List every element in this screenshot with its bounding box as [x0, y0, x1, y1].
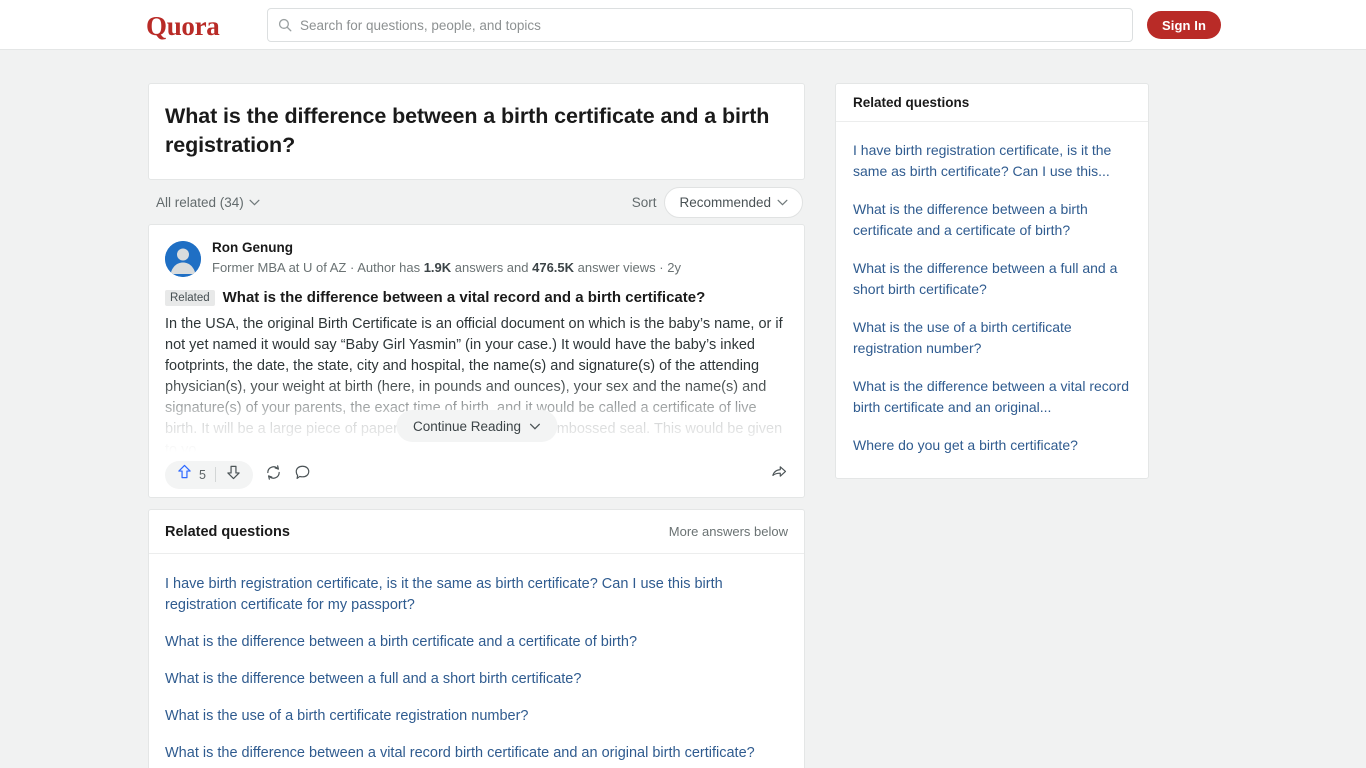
- page-body: What is the difference between a birth c…: [0, 50, 1366, 768]
- upvote-button[interactable]: 5: [167, 461, 215, 489]
- answers-count: 1.9K: [423, 260, 452, 275]
- continue-reading-label: Continue Reading: [412, 418, 522, 434]
- author-row: Ron Genung Former MBA at U of AZ · Autho…: [165, 239, 788, 277]
- answer-action-bar: 5: [149, 452, 804, 497]
- upvote-arrow-icon: [177, 464, 192, 485]
- repost-button[interactable]: [265, 464, 282, 486]
- author-name[interactable]: Ron Genung: [212, 239, 681, 256]
- all-related-dropdown[interactable]: All related (34): [156, 195, 260, 210]
- list-item[interactable]: What is the use of a birth certificate r…: [165, 698, 788, 735]
- author-meta: Ron Genung Former MBA at U of AZ · Autho…: [212, 239, 681, 277]
- credential-mid: answers and: [451, 260, 533, 275]
- credential-suffix: answer views · 2y: [574, 260, 681, 275]
- page-title: What is the difference between a birth c…: [165, 104, 770, 157]
- more-answers-below-link[interactable]: More answers below: [669, 524, 788, 539]
- list-item[interactable]: I have birth registration certificate, i…: [165, 566, 788, 624]
- sort-group: Sort Recommended: [631, 186, 803, 218]
- search-bar[interactable]: [267, 8, 1133, 42]
- answer-card: Ron Genung Former MBA at U of AZ · Autho…: [148, 224, 805, 498]
- related-questions-card: Related questions More answers below I h…: [148, 509, 805, 768]
- answer-content: Ron Genung Former MBA at U of AZ · Autho…: [149, 225, 804, 452]
- related-questions-header: Related questions More answers below: [149, 510, 804, 554]
- related-questions-list: I have birth registration certificate, i…: [149, 554, 804, 768]
- list-item[interactable]: What is the difference between a full an…: [165, 661, 788, 698]
- search-input[interactable]: [300, 17, 1122, 33]
- credential-prefix: Former MBA at U of AZ · Author has: [212, 260, 424, 275]
- downvote-arrow-icon: [226, 464, 241, 485]
- main-column: What is the difference between a birth c…: [148, 83, 805, 768]
- continue-reading-button[interactable]: Continue Reading: [395, 410, 558, 442]
- list-item[interactable]: What is the difference between a vital r…: [165, 735, 788, 768]
- share-button[interactable]: [770, 463, 788, 486]
- avatar[interactable]: [165, 241, 201, 277]
- chevron-down-icon: [777, 199, 788, 206]
- sign-in-button[interactable]: Sign In: [1147, 11, 1222, 39]
- vote-pill: 5: [165, 460, 253, 489]
- all-related-label: All related (34): [156, 194, 244, 210]
- answer-body: In the USA, the original Birth Certifica…: [165, 314, 788, 452]
- sidebar-item-3[interactable]: What is the use of a birth certificate r…: [853, 308, 1131, 367]
- share-arrow-icon: [770, 463, 788, 486]
- sidebar-related-questions-card: Related questions I have birth registrat…: [835, 83, 1149, 479]
- sidebar-item-4[interactable]: What is the difference between a vital r…: [853, 367, 1131, 426]
- sidebar-item-2[interactable]: What is the difference between a full an…: [853, 249, 1131, 308]
- downvote-button[interactable]: [216, 461, 251, 489]
- sort-label: Sort: [631, 194, 657, 210]
- repost-icon: [265, 464, 282, 486]
- chevron-down-icon: [529, 423, 540, 430]
- upvote-count: 5: [199, 467, 206, 482]
- sidebar-item-5[interactable]: Where do you get a birth certificate?: [853, 426, 1131, 465]
- answered-question-row: Related What is the difference between a…: [165, 289, 788, 306]
- sidebar-header: Related questions: [836, 84, 1148, 122]
- answered-question-title[interactable]: What is the difference between a vital r…: [223, 289, 706, 306]
- sidebar-title: Related questions: [853, 95, 970, 110]
- sidebar: Related questions I have birth registrat…: [835, 83, 1149, 479]
- chevron-down-icon: [249, 199, 260, 206]
- comment-bubble-icon: [294, 464, 311, 486]
- sort-value: Recommended: [679, 194, 771, 210]
- sidebar-list: I have birth registration certificate, i…: [836, 122, 1148, 478]
- related-questions-title: Related questions: [165, 523, 290, 540]
- filter-row: All related (34) Sort Recommended: [148, 180, 805, 224]
- search-icon: [278, 18, 292, 32]
- action-left-group: 5: [165, 460, 311, 489]
- sidebar-item-1[interactable]: What is the difference between a birth c…: [853, 190, 1131, 249]
- list-item[interactable]: What is the difference between a birth c…: [165, 624, 788, 661]
- sidebar-item-0[interactable]: I have birth registration certificate, i…: [853, 131, 1131, 190]
- quora-logo[interactable]: Quora: [146, 11, 220, 42]
- views-count: 476.5K: [532, 260, 575, 275]
- status-badge: Related: [165, 289, 215, 306]
- author-credentials: Former MBA at U of AZ · Author has 1.9K …: [212, 258, 681, 277]
- sort-dropdown-button[interactable]: Recommended: [664, 186, 803, 218]
- question-card: What is the difference between a birth c…: [148, 83, 805, 180]
- comment-button[interactable]: [294, 464, 311, 486]
- site-header: Quora Sign In: [0, 0, 1366, 50]
